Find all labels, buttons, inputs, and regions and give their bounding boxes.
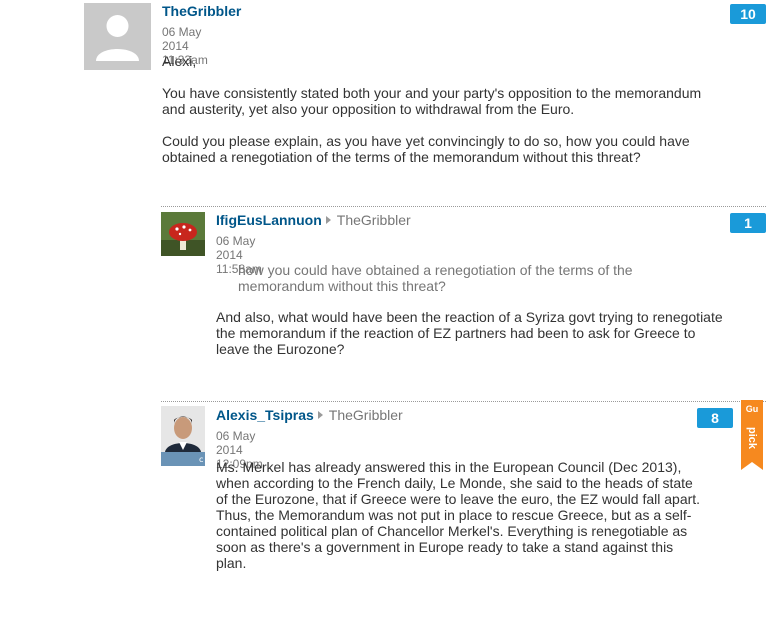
comment-author-link[interactable]: IfigEusLannuon TheGribbler: [216, 212, 411, 228]
user-avatar[interactable]: [161, 212, 205, 256]
reply-separator: [161, 206, 766, 207]
comment-paragraph: You have consistently stated both your a…: [162, 85, 702, 117]
reply-to-link[interactable]: TheGribbler: [337, 212, 411, 228]
comment-author-link[interactable]: TheGribbler: [162, 3, 241, 19]
comment-body: Ms. Merkel has already answered this in …: [216, 459, 706, 571]
comment-paragraph: Alexi,: [162, 53, 197, 69]
comment-body: Alexi, You have consistently stated both…: [162, 53, 722, 181]
svg-text:c: c: [199, 455, 203, 464]
svg-text:Gu: Gu: [746, 404, 759, 414]
recommend-count-button[interactable]: 10: [730, 4, 766, 24]
reply-to-link[interactable]: TheGribbler: [329, 407, 403, 423]
author-name[interactable]: Alexis_Tsipras: [216, 407, 314, 423]
quoted-text: how you could have obtained a renegotiat…: [238, 262, 633, 294]
pick-label: pick: [746, 426, 758, 449]
comment-body: And also, what would have been the react…: [216, 309, 726, 373]
recommend-count-button[interactable]: 8: [697, 408, 733, 428]
comment-paragraph: Thus, the Memorandum was not put in plac…: [216, 507, 692, 571]
guardian-pick-icon: Gu pick: [741, 400, 763, 470]
reply-separator: [161, 401, 766, 402]
comment-paragraph: Ms. Merkel has already answered this in …: [216, 459, 701, 507]
recommend-count-button[interactable]: 1: [730, 213, 766, 233]
comment-paragraph: Could you please explain, as you have ye…: [162, 133, 690, 165]
reply-arrow-icon: [317, 411, 323, 419]
default-avatar-icon[interactable]: [84, 3, 151, 70]
reply-arrow-icon: [325, 216, 331, 224]
author-name[interactable]: IfigEusLannuon: [216, 212, 322, 228]
comment-author-link[interactable]: Alexis_Tsipras TheGribbler: [216, 407, 403, 423]
comment-paragraph: And also, what would have been the react…: [216, 309, 723, 357]
user-avatar[interactable]: c: [161, 406, 205, 466]
